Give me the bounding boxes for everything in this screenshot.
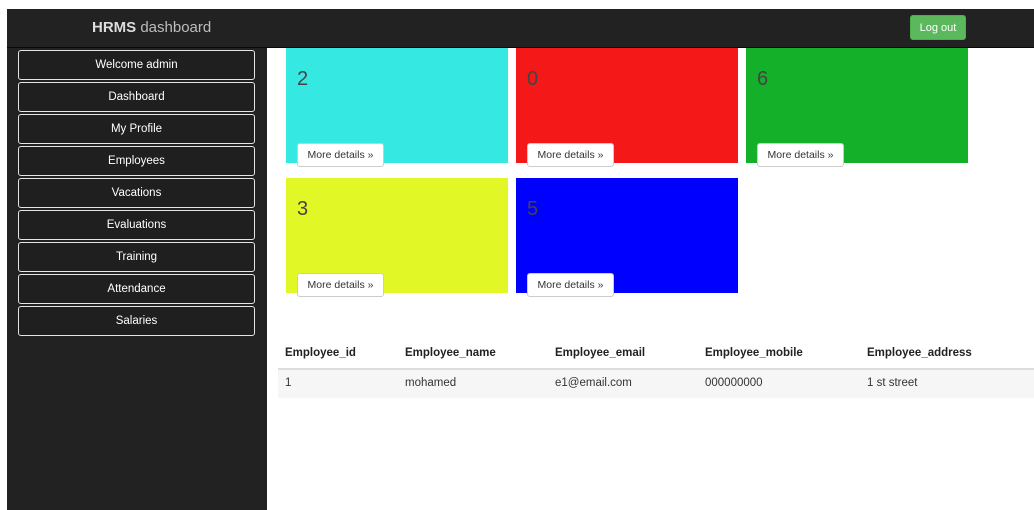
stat-count: 5 — [527, 198, 539, 220]
cell-employee-mobile: 000000000 — [705, 377, 763, 389]
more-details-button[interactable]: More details » — [757, 143, 844, 167]
more-details-button[interactable]: More details » — [297, 273, 384, 297]
employees-table: Employee_id Employee_name Employee_email… — [278, 340, 1034, 398]
sidebar-item-dashboard[interactable]: Dashboard — [18, 82, 255, 112]
stat-card-5: 5 More details » — [516, 178, 738, 297]
sidebar-item-attendance[interactable]: Attendance — [18, 274, 255, 304]
brand-title[interactable]: HRMS dashboard — [92, 19, 211, 36]
stat-count: 3 — [297, 198, 309, 220]
brand-rest: dashboard — [136, 19, 212, 36]
stat-card-3: 6 More details » — [746, 48, 968, 167]
stat-count: 0 — [527, 68, 539, 90]
sidebar-item-welcome[interactable]: Welcome admin — [18, 50, 255, 80]
sidebar-item-my-profile[interactable]: My Profile — [18, 114, 255, 144]
table-header-row: Employee_id Employee_name Employee_email… — [278, 340, 1034, 370]
cell-employee-email: e1@email.com — [555, 377, 632, 389]
stat-count: 6 — [757, 68, 769, 90]
sidebar-item-training[interactable]: Training — [18, 242, 255, 272]
stat-card-1: 2 More details » — [286, 48, 508, 167]
stat-card-2: 0 More details » — [516, 48, 738, 167]
stat-count: 2 — [297, 68, 309, 90]
cell-employee-address: 1 st street — [867, 377, 918, 389]
top-navbar: HRMS dashboard Log out — [7, 9, 1034, 48]
header-employee-name: Employee_name — [405, 347, 496, 359]
sidebar-item-evaluations[interactable]: Evaluations — [18, 210, 255, 240]
sidebar-item-vacations[interactable]: Vacations — [18, 178, 255, 208]
header-employee-address: Employee_address — [867, 347, 972, 359]
sidebar-item-salaries[interactable]: Salaries — [18, 306, 255, 336]
stat-card-4: 3 More details » — [286, 178, 508, 297]
cell-employee-name: mohamed — [405, 377, 457, 389]
sidebar-item-employees[interactable]: Employees — [18, 146, 255, 176]
header-employee-email: Employee_email — [555, 347, 646, 359]
more-details-button[interactable]: More details » — [527, 273, 614, 297]
sidebar: Welcome admin Dashboard My Profile Emplo… — [7, 48, 267, 510]
more-details-button[interactable]: More details » — [297, 143, 384, 167]
table-row[interactable]: 1 mohamed e1@email.com 000000000 1 st st… — [278, 370, 1034, 398]
more-details-button[interactable]: More details » — [527, 143, 614, 167]
header-employee-id: Employee_id — [285, 347, 356, 359]
logout-button[interactable]: Log out — [910, 15, 966, 40]
cell-employee-id: 1 — [285, 377, 292, 389]
header-employee-mobile: Employee_mobile — [705, 347, 803, 359]
brand-bold: HRMS — [92, 19, 137, 36]
